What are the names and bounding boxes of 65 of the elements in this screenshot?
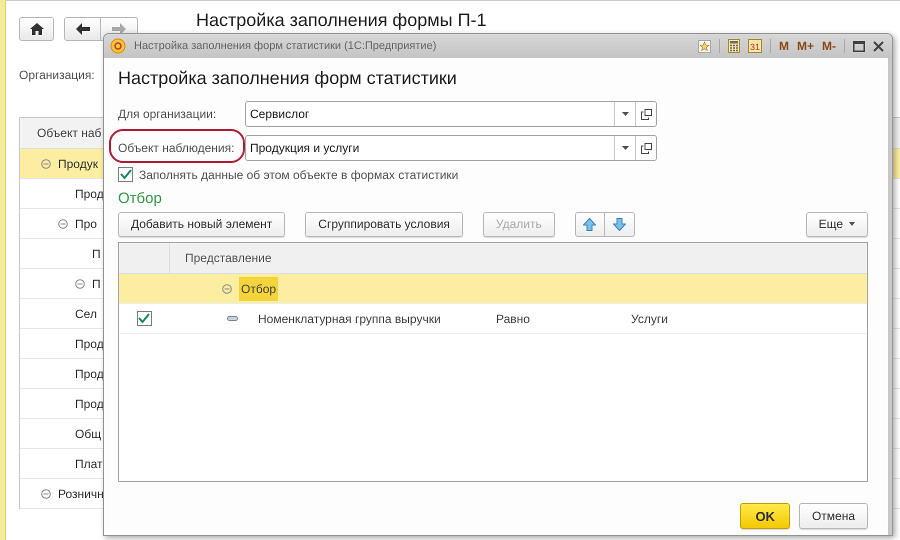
checkbox[interactable] [136,311,152,326]
collapse-icon[interactable] [41,158,51,168]
tree-item-label: Прод [75,396,104,410]
toolbar-button[interactable]: Добавить новый элемент [118,212,286,236]
dropdown-icon[interactable] [622,112,628,116]
organization-label: Организация: [19,68,95,82]
tree-item-label: П [92,246,101,260]
tree-item-label: Розничн [58,486,104,500]
condition-icon [227,316,238,321]
table-cell-text: Номенклатурная группа выручки [258,312,442,326]
move-up-button[interactable] [574,212,605,236]
table-cell-text: Равно [496,312,531,326]
collapse-icon[interactable] [75,278,85,288]
star-icon[interactable] [698,40,711,52]
down-arrow-icon [612,218,626,230]
calendar-button[interactable]: 31 [748,39,762,53]
field-label: Объект наблюдения: [118,141,236,155]
move-down-button[interactable] [604,212,635,236]
dialog-heading: Настройка заполнения форм статистики [118,68,458,89]
forward-arrow-icon [112,23,126,35]
section-title: Отбор [118,190,163,207]
app-logo-icon [110,38,126,54]
toolbar-button[interactable]: Сгруппировать условия [305,212,463,236]
memory-button[interactable]: M [778,39,789,53]
home-button[interactable] [19,17,54,41]
open-icon[interactable] [640,108,652,120]
table-row[interactable]: Номенклатурная группа выручки Равно Услуги [119,304,867,334]
table-row[interactable]: Отбор [119,274,867,304]
home-icon [30,23,44,35]
checkbox[interactable] [118,167,133,182]
column-header: Представление [184,251,272,265]
collapse-icon[interactable] [58,218,68,228]
select-field[interactable]: Продукция и услуги [245,135,657,161]
column-header: Объект наб [37,126,102,140]
tree-item-label: П [92,276,101,290]
window-title: Настройка заполнения форм статистики (1С:Предприятие) [134,40,436,52]
tree-item-label: Про [75,216,97,230]
more-button[interactable]: Еще [806,212,868,236]
memory-button[interactable]: M+ [796,39,814,53]
back-arrow-icon [76,23,90,35]
back-button[interactable] [64,17,101,41]
tree-item-label: Общ [75,426,102,440]
collapse-icon[interactable] [222,284,232,294]
up-arrow-icon [583,218,596,230]
checkbox-label: Заполнять данные об этом объекте в формах статистики [139,168,458,182]
field-label: Для организации: [118,107,218,121]
select-field[interactable]: Сервислог [245,101,657,127]
tree-item-label: Прод [75,186,104,200]
tree-item-label: Прод [75,366,104,380]
memory-button[interactable]: M- [822,39,836,53]
caret-icon [849,222,855,226]
tree-item-label: Продук [58,156,98,170]
table-cell: Услуги [631,312,668,326]
tree-item-label: Прод [75,336,104,350]
page-title: Настройка заполнения формы П-1 [196,10,487,31]
dialog-button[interactable]: OK [740,503,790,529]
tree-item-label: Плат [75,456,103,470]
group-label: Отбор [239,276,278,300]
dialog-button[interactable]: Отмена [798,503,868,529]
open-icon[interactable] [640,142,652,154]
collapse-icon[interactable] [41,488,51,498]
close-icon[interactable] [873,40,884,52]
calculator-icon[interactable] [728,39,740,53]
tree-item-label: Сел [75,306,97,320]
maximize-icon[interactable] [853,40,865,52]
